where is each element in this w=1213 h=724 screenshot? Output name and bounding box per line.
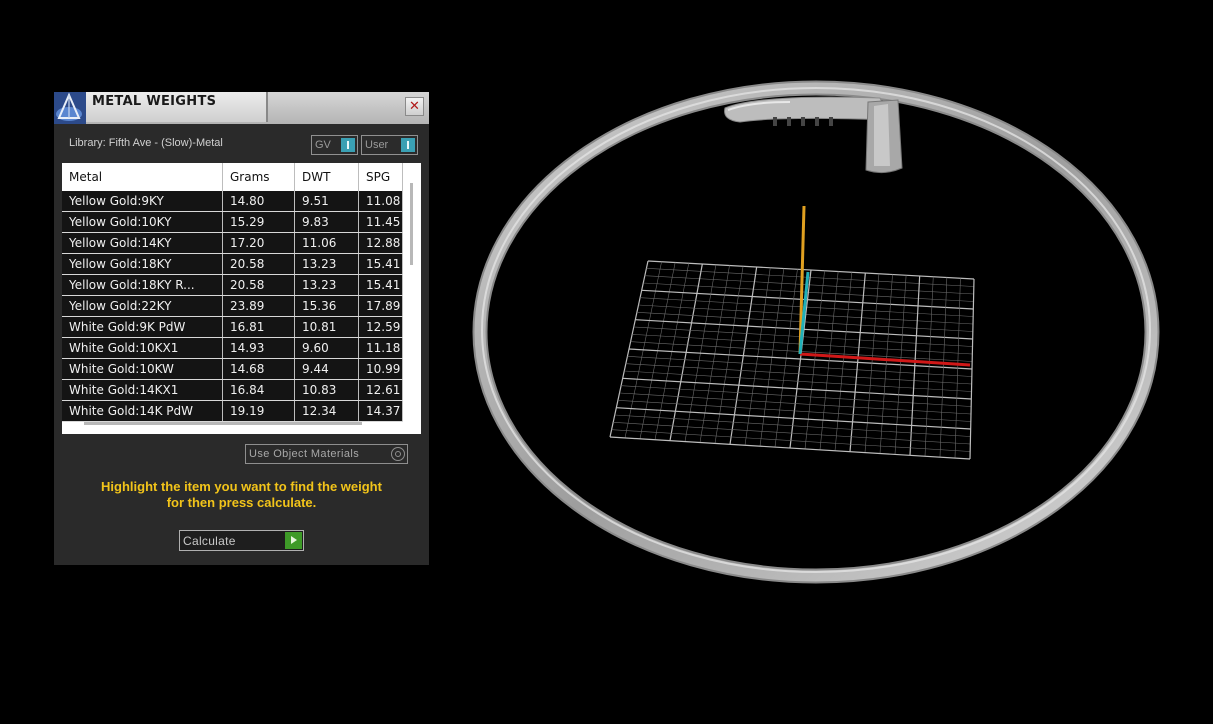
dwt-cell: 15.36 (294, 295, 359, 317)
metal-cell: White Gold:14KX1 (62, 379, 223, 401)
spg-cell: 11.08 (358, 191, 403, 212)
metal-cell: Yellow Gold:18KY (62, 253, 223, 275)
table-row[interactable]: Yellow Gold:10KY 15.29 9.83 11.45 (62, 211, 403, 233)
spg-cell: 14.37 (358, 400, 403, 422)
grams-cell: 16.84 (222, 379, 295, 401)
dwt-cell: 11.06 (294, 232, 359, 254)
grams-cell: 14.80 (222, 191, 295, 212)
metal-cell: Yellow Gold:22KY (62, 295, 223, 317)
metal-cell: Yellow Gold:10KY (62, 211, 223, 233)
panel-titlebar[interactable]: METAL WEIGHTS ✕ (54, 92, 429, 124)
calculate-label: Calculate (183, 534, 236, 548)
gv-toggle[interactable]: GV (311, 135, 358, 155)
grams-cell: 19.19 (222, 400, 295, 422)
dwt-cell: 12.34 (294, 400, 359, 422)
dwt-cell: 10.83 (294, 379, 359, 401)
grams-cell: 15.29 (222, 211, 295, 233)
metal-table-container[interactable]: Metal Grams DWT SPG Yellow Gold:9KY 14.80… (62, 163, 421, 434)
user-toggle-label: User (365, 139, 389, 151)
use-object-materials-label: Use Object Materials (249, 448, 360, 460)
instruction-line-2: for then press calculate. (166, 495, 317, 510)
table-row[interactable]: White Gold:10KW 14.68 9.44 10.99 (62, 358, 403, 380)
dwt-cell: 13.23 (294, 253, 359, 275)
grams-cell: 20.58 (222, 274, 295, 296)
3d-viewport[interactable] (460, 80, 1200, 600)
grams-cell: 17.20 (222, 232, 295, 254)
panel-title: METAL WEIGHTS (92, 94, 217, 109)
metal-cell: White Gold:10KW (62, 358, 223, 380)
metal-weights-panel: METAL WEIGHTS ✕ Library: Fifth Ave - (Sl… (54, 92, 429, 565)
column-header-spg[interactable]: SPG (358, 163, 403, 191)
table-row[interactable]: White Gold:14KX1 16.84 10.83 12.61 (62, 379, 403, 401)
use-object-materials-option[interactable]: Use Object Materials (245, 444, 408, 464)
table-row[interactable]: White Gold:10KX1 14.93 9.60 11.18 (62, 337, 403, 359)
radio-icon[interactable] (391, 447, 405, 461)
metal-cell: White Gold:14K PdW (62, 400, 223, 422)
table-row[interactable]: White Gold:9K PdW 16.81 10.81 12.59 (62, 316, 403, 338)
grams-cell: 16.81 (222, 316, 295, 338)
metal-cell: White Gold:10KX1 (62, 337, 223, 359)
dwt-cell: 9.60 (294, 337, 359, 359)
grid-line (625, 363, 972, 385)
library-label: Library: Fifth Ave - (Slow)-Metal (69, 137, 223, 149)
metal-cell: Yellow Gold:18KY R... (62, 274, 223, 296)
spg-cell: 10.99 (358, 358, 403, 380)
table-row[interactable]: Yellow Gold:9KY 14.80 9.51 11.08 (62, 191, 403, 212)
spg-cell: 11.18 (358, 337, 403, 359)
table-row[interactable]: White Gold:14K PdW 19.19 12.34 14.37 (62, 400, 403, 422)
dwt-cell: 9.51 (294, 191, 359, 212)
instruction-line-1: Highlight the item you want to find the … (101, 479, 382, 494)
table-header-row: Metal Grams DWT SPG (62, 163, 403, 191)
column-header-metal[interactable]: Metal (62, 163, 223, 191)
app-logo-icon (54, 92, 86, 124)
instruction-text: Highlight the item you want to find the … (66, 479, 417, 511)
metal-table: Metal Grams DWT SPG Yellow Gold:9KY 14.80… (62, 163, 403, 422)
dwt-cell: 10.81 (294, 316, 359, 338)
grams-cell: 23.89 (222, 295, 295, 317)
column-header-grams[interactable]: Grams (222, 163, 295, 191)
dwt-cell: 13.23 (294, 274, 359, 296)
spg-cell: 12.61 (358, 379, 403, 401)
table-row[interactable]: Yellow Gold:18KY 20.58 13.23 15.41 (62, 253, 403, 275)
spg-cell: 15.41 (358, 253, 403, 275)
horizontal-scrollbar[interactable] (84, 422, 362, 425)
close-icon: ✕ (409, 99, 420, 114)
toggle-knob-icon (341, 138, 355, 152)
ground-grid (609, 260, 975, 460)
calculate-button[interactable]: Calculate (179, 530, 304, 551)
bracelet-model[interactable] (472, 80, 1160, 584)
toggle-knob-icon (401, 138, 415, 152)
gv-toggle-label: GV (315, 139, 331, 151)
dwt-cell: 9.83 (294, 211, 359, 233)
vertical-scrollbar[interactable] (410, 183, 413, 265)
play-arrow-icon (285, 532, 302, 549)
close-button[interactable]: ✕ (405, 97, 424, 116)
table-row[interactable]: Yellow Gold:14KY 17.20 11.06 12.88 (62, 232, 403, 254)
grams-cell: 14.93 (222, 337, 295, 359)
grams-cell: 20.58 (222, 253, 295, 275)
dwt-cell: 9.44 (294, 358, 359, 380)
spg-cell: 12.59 (358, 316, 403, 338)
metal-cell: Yellow Gold:14KY (62, 232, 223, 254)
spg-cell: 11.45 (358, 211, 403, 233)
table-row[interactable]: Yellow Gold:18KY R... 20.58 13.23 15.41 (62, 274, 403, 296)
spg-cell: 12.88 (358, 232, 403, 254)
metal-cell: Yellow Gold:9KY (62, 191, 223, 212)
column-header-dwt[interactable]: DWT (294, 163, 359, 191)
metal-cell: White Gold:9K PdW (62, 316, 223, 338)
grams-cell: 14.68 (222, 358, 295, 380)
spg-cell: 15.41 (358, 274, 403, 296)
user-toggle[interactable]: User (361, 135, 418, 155)
spg-cell: 17.89 (358, 295, 403, 317)
table-row[interactable]: Yellow Gold:22KY 23.89 15.36 17.89 (62, 295, 403, 317)
